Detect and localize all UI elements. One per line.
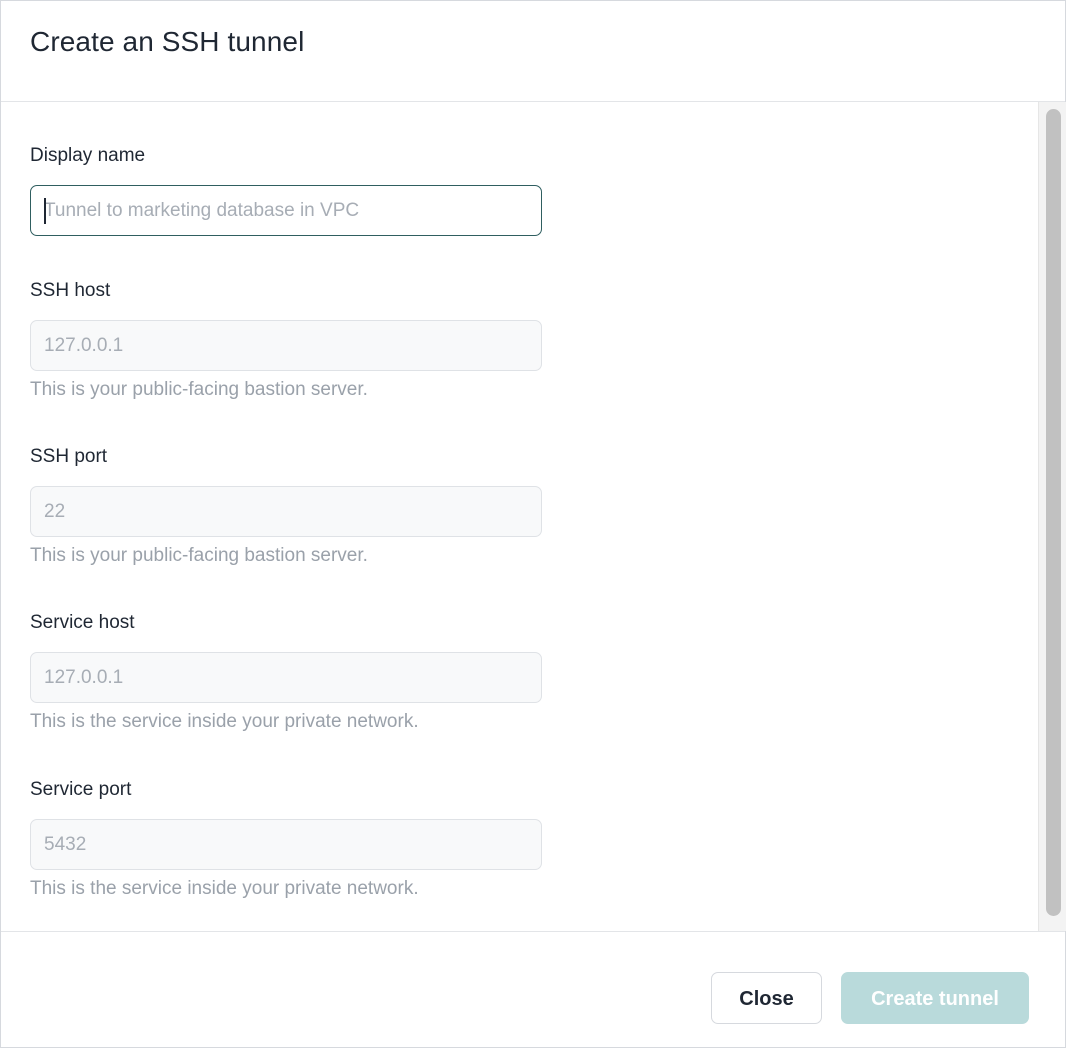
ssh-port-field: SSH port This is your public-facing bast… — [30, 445, 543, 568]
create-ssh-tunnel-dialog: Create an SSH tunnel Display name SSH ho… — [0, 0, 1066, 1048]
service-port-field: Service port This is the service inside … — [30, 778, 543, 901]
service-host-label: Service host — [30, 612, 135, 633]
dialog-header: Create an SSH tunnel — [1, 1, 1065, 102]
ssh-port-input[interactable] — [30, 486, 542, 537]
dialog-scrollbar[interactable] — [1038, 102, 1066, 931]
dialog-body: Display name SSH host This is your publi… — [1, 102, 1038, 931]
service-host-help: This is the service inside your private … — [30, 711, 419, 732]
service-host-field: Service host This is the service inside … — [30, 611, 543, 734]
create-tunnel-button[interactable]: Create tunnel — [841, 972, 1029, 1024]
service-host-input[interactable] — [30, 652, 542, 703]
text-caret — [44, 198, 46, 224]
ssh-host-input[interactable] — [30, 320, 542, 371]
ssh-host-label: SSH host — [30, 280, 111, 301]
dialog-footer: Close Create tunnel — [1, 931, 1065, 1048]
display-name-field: Display name — [30, 144, 543, 236]
display-name-label: Display name — [30, 145, 146, 166]
ssh-port-label: SSH port — [30, 446, 108, 467]
ssh-port-help: This is your public-facing bastion serve… — [30, 545, 368, 566]
ssh-host-field: SSH host This is your public-facing bast… — [30, 279, 543, 402]
close-button[interactable]: Close — [711, 972, 822, 1024]
service-port-label: Service port — [30, 779, 132, 800]
service-port-help: This is the service inside your private … — [30, 878, 419, 899]
display-name-input[interactable] — [30, 185, 542, 236]
dialog-title: Create an SSH tunnel — [30, 26, 305, 57]
scrollbar-thumb[interactable] — [1046, 109, 1061, 916]
service-port-input[interactable] — [30, 819, 542, 870]
ssh-host-help: This is your public-facing bastion serve… — [30, 379, 368, 400]
